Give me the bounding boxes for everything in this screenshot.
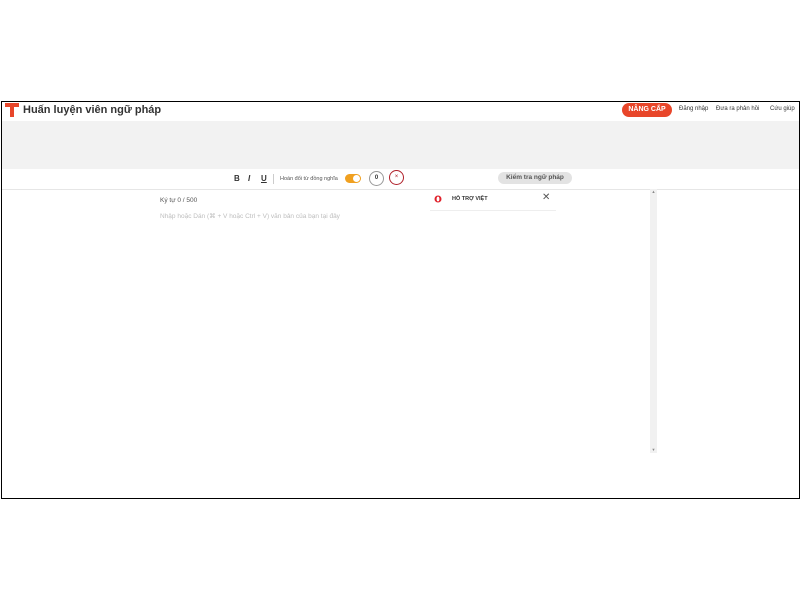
char-count-value: 0 / 500 — [177, 197, 198, 204]
text-editor-input[interactable] — [158, 210, 432, 444]
scroll-down-arrow-icon[interactable]: ▼ — [650, 447, 657, 453]
help-link[interactable]: Cứu giúp — [770, 106, 795, 112]
support-panel-title: HỖ TRỢ VIỆT — [452, 196, 488, 202]
top-header: Huấn luyện viên ngữ pháp NÂNG CẤP Đăng n… — [2, 102, 799, 121]
toggle-knob — [353, 175, 360, 182]
character-counter: Ký tự 0 / 500 — [160, 197, 197, 204]
opera-icon — [434, 195, 442, 203]
banner-area — [2, 121, 799, 169]
editor-toolbar: B I U Hoán đổi từ đồng nghĩa 0 × Kiểm tr… — [2, 169, 799, 190]
app-window: Huấn luyện viên ngữ pháp NÂNG CẤP Đăng n… — [1, 101, 800, 499]
upgrade-button[interactable]: NÂNG CẤP — [622, 103, 672, 117]
login-link[interactable]: Đăng nhập — [679, 106, 708, 112]
clear-text-button[interactable]: × — [389, 170, 404, 185]
close-panel-icon[interactable]: ✕ — [542, 192, 550, 203]
scroll-up-arrow-icon[interactable]: ▲ — [650, 189, 657, 195]
char-count-label: Ký tự — [160, 197, 176, 204]
check-grammar-button[interactable]: Kiểm tra ngữ pháp — [498, 172, 572, 184]
underline-button[interactable]: U — [261, 174, 267, 183]
app-title: Huấn luyện viên ngữ pháp — [23, 104, 162, 116]
synonym-toggle[interactable] — [345, 174, 361, 183]
synonym-toggle-label: Hoán đổi từ đồng nghĩa — [280, 176, 338, 182]
logo-icon — [5, 103, 19, 117]
toolbar-divider — [273, 174, 274, 184]
feedback-link[interactable]: Đưa ra phản hồi — [716, 106, 759, 112]
support-panel: HỖ TRỢ VIỆT ✕ — [430, 190, 556, 211]
bold-button[interactable]: B — [234, 174, 240, 183]
error-count-badge: 0 — [369, 171, 384, 186]
editor-scrollbar[interactable]: ▲ ▼ — [650, 189, 657, 453]
italic-button[interactable]: I — [248, 174, 250, 183]
